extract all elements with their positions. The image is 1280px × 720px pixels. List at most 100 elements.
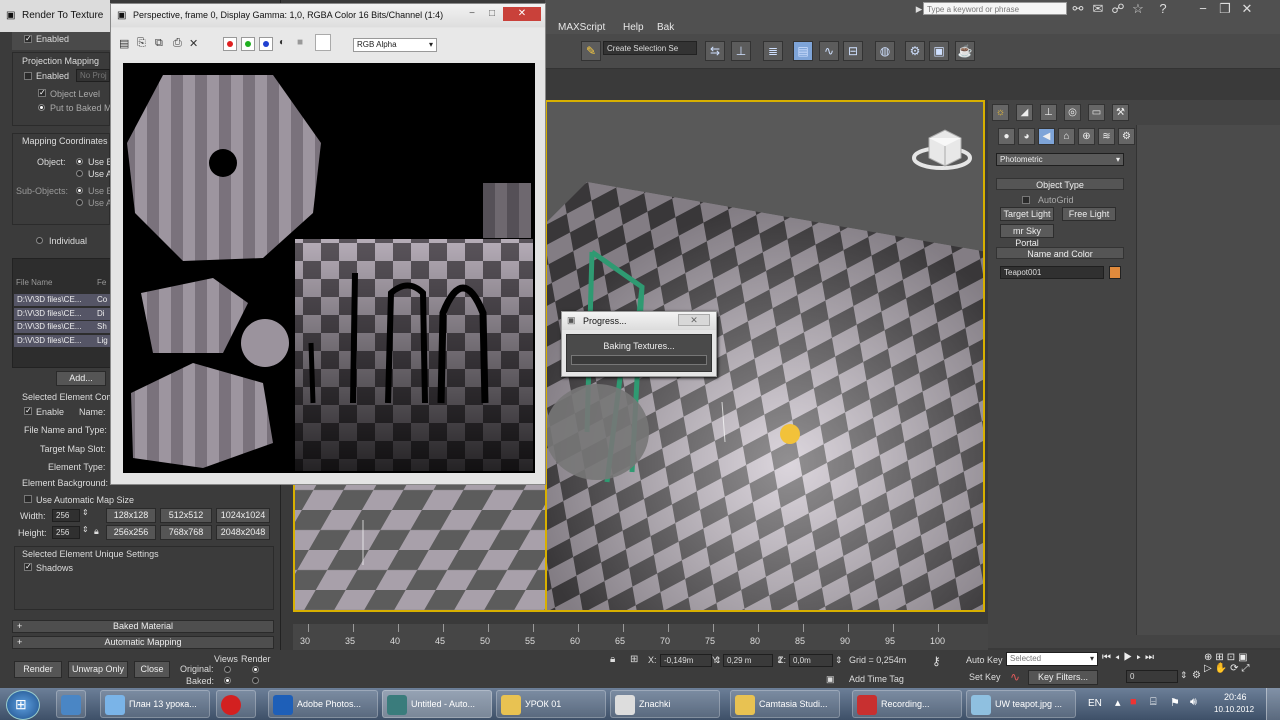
unwrap-only-button[interactable]: Unwrap Only [68, 661, 128, 678]
close-button[interactable]: Close [134, 661, 170, 678]
size-1024-button[interactable]: 1024x1024 [216, 508, 270, 523]
opera-icon[interactable] [216, 690, 256, 718]
add-element-button[interactable]: Add... [56, 371, 106, 386]
modify-tab-icon[interactable]: ◢ [1016, 104, 1033, 121]
tray-app-icon[interactable]: ■ [1130, 696, 1137, 708]
channel-dropdown[interactable]: RGB Alpha ▾ [353, 38, 437, 52]
add-time-tag-button[interactable]: Add Time Tag [849, 674, 904, 684]
favorites-icon[interactable]: ☆ [1130, 1, 1146, 17]
red-channel-toggle[interactable] [223, 37, 237, 51]
sky-portal-button[interactable]: mr Sky Portal [1000, 224, 1054, 248]
taskbar-item[interactable]: УРОК 01 [496, 690, 606, 718]
create-tab-icon[interactable]: ☼ [992, 104, 1009, 121]
hierarchy-tab-icon[interactable]: ⊥ [1040, 104, 1057, 121]
size-256-button[interactable]: 256x256 [106, 525, 156, 540]
restore-icon[interactable]: ❐ [1217, 1, 1233, 17]
taskbar-item[interactable]: Znachki [610, 690, 720, 718]
put-to-baked-radio[interactable] [38, 104, 45, 111]
size-512-button[interactable]: 512x512 [160, 508, 212, 523]
color-swatch[interactable] [315, 34, 331, 51]
minimize-icon[interactable]: − [463, 7, 481, 21]
enabled-checkbox[interactable]: ✓ [24, 35, 32, 43]
target-light-button[interactable]: Target Light [1000, 207, 1054, 221]
render-production-icon[interactable]: ☕ [955, 41, 975, 61]
binoculars-icon[interactable]: ⚯ [1070, 1, 1086, 17]
playback-controls[interactable]: ⏮◂▶▸⏭ [1102, 652, 1192, 666]
start-button[interactable]: ⊞ [6, 690, 40, 720]
frame-window-titlebar[interactable]: ▣ Perspective, frame 0, Display Gamma: 1… [111, 4, 545, 27]
previous-frame-icon[interactable]: ◂ [1115, 652, 1124, 663]
auto-map-size-checkbox[interactable] [24, 495, 32, 503]
lock-selection-icon[interactable]: 🔒︎ [610, 654, 615, 665]
minimize-icon[interactable]: − [1195, 1, 1211, 17]
selection-filter-icon[interactable]: ✎ [581, 41, 601, 61]
utilities-tab-icon[interactable]: ⚒ [1112, 104, 1129, 121]
volume-icon[interactable]: 🔊︎ [1190, 696, 1197, 709]
menu-help[interactable]: Help [623, 22, 644, 33]
subscription-icon[interactable]: ✉ [1090, 1, 1106, 17]
taskbar-item[interactable]: Camtasia Studi... [730, 690, 840, 718]
progress-titlebar[interactable]: ▣ Progress... ✕ [562, 312, 716, 330]
size-2048-button[interactable]: 2048x2048 [216, 525, 270, 540]
projection-enabled-checkbox[interactable] [24, 72, 32, 80]
baked-views-radio[interactable] [224, 677, 231, 684]
object-type-rollout[interactable]: Object Type [996, 178, 1124, 190]
table-row[interactable]: D:\V\3D files\CE... Sh [14, 321, 110, 333]
current-frame-field[interactable]: 0 [1126, 670, 1178, 683]
free-light-button[interactable]: Free Light [1062, 207, 1116, 221]
dialog-titlebar[interactable]: ▣ Render To Texture [0, 0, 110, 32]
selection-set-dropdown[interactable]: Create Selection Se [603, 41, 697, 55]
close-icon[interactable]: ✕ [678, 314, 710, 326]
shadows-checkbox[interactable]: ✓ [24, 563, 32, 571]
taskbar-item[interactable]: Recording... [852, 690, 962, 718]
helpers-icon[interactable]: ⊕ [1078, 128, 1095, 145]
clock-time[interactable]: 20:46 [1224, 692, 1247, 702]
y-coordinate-field[interactable]: 0,29 m [723, 654, 773, 667]
clear-icon[interactable]: ✕ [189, 37, 198, 50]
language-indicator[interactable]: EN [1088, 698, 1102, 709]
selected-dropdown[interactable]: Selected ▾ [1006, 652, 1098, 666]
shapes-icon[interactable]: ◕ [1018, 128, 1035, 145]
projection-field[interactable]: No Proj [76, 69, 110, 82]
individual-radio[interactable] [36, 237, 43, 244]
frame-spinner-icon[interactable]: ⇕ [1180, 670, 1188, 681]
close-icon[interactable]: ✕ [1239, 1, 1255, 17]
layer-manager-icon[interactable]: ≣ [763, 41, 783, 61]
menu-bak[interactable]: Bak [657, 22, 674, 33]
sub-use-existing-radio[interactable] [76, 187, 83, 194]
lock-icon[interactable]: 🔒︎ [94, 526, 99, 537]
time-tag-icon[interactable]: ▣ [826, 674, 835, 685]
pan-icon[interactable]: ✋ [1215, 663, 1230, 674]
render-button[interactable]: Render [14, 661, 62, 678]
size-128-button[interactable]: 128x128 [106, 508, 156, 523]
geometry-icon[interactable]: ● [998, 128, 1015, 145]
material-editor-icon[interactable]: ◍ [875, 41, 895, 61]
original-views-radio[interactable] [224, 666, 231, 673]
object-level-checkbox[interactable]: ✓ [38, 89, 46, 97]
table-row[interactable]: D:\V\3D files\CE... Di [14, 308, 110, 320]
green-channel-toggle[interactable] [241, 37, 255, 51]
motion-tab-icon[interactable]: ◎ [1064, 104, 1081, 121]
width-input[interactable]: 256 [52, 509, 80, 522]
zoom-extents-all-icon[interactable]: ▣ [1238, 652, 1250, 663]
systems-icon[interactable]: ⚙ [1118, 128, 1135, 145]
go-to-end-icon[interactable]: ⏭ [1145, 652, 1158, 663]
play-icon[interactable]: ▶ [1124, 652, 1137, 663]
autogrid-checkbox[interactable] [1022, 196, 1030, 204]
next-frame-icon[interactable]: ▸ [1136, 652, 1145, 663]
time-config-icon[interactable]: ⚙ [1192, 670, 1201, 681]
height-input[interactable]: 256 [52, 526, 80, 539]
original-render-radio[interactable] [252, 666, 259, 673]
help-icon[interactable]: ? [1155, 1, 1171, 17]
clock-date[interactable]: 10.10.2012 [1214, 705, 1254, 714]
baked-render-radio[interactable] [252, 677, 259, 684]
zoom-icon[interactable]: ⊕ [1204, 652, 1215, 663]
timeline[interactable]: 30 35 40 45 50 55 60 65 70 75 80 85 90 95 100 [293, 624, 988, 650]
width-spinner-icon[interactable]: ⇕ [82, 508, 89, 517]
schematic-view-icon[interactable]: ⊟ [843, 41, 863, 61]
baked-material-rollout[interactable]: + Baked Material [12, 620, 274, 633]
taskbar-item[interactable]: План 13 урока... [100, 690, 210, 718]
search-input[interactable]: Type a keyword or phrase [923, 2, 1067, 15]
height-spinner-icon[interactable]: ⇕ [82, 525, 89, 534]
zoom-all-icon[interactable]: ⊞ [1215, 652, 1226, 663]
